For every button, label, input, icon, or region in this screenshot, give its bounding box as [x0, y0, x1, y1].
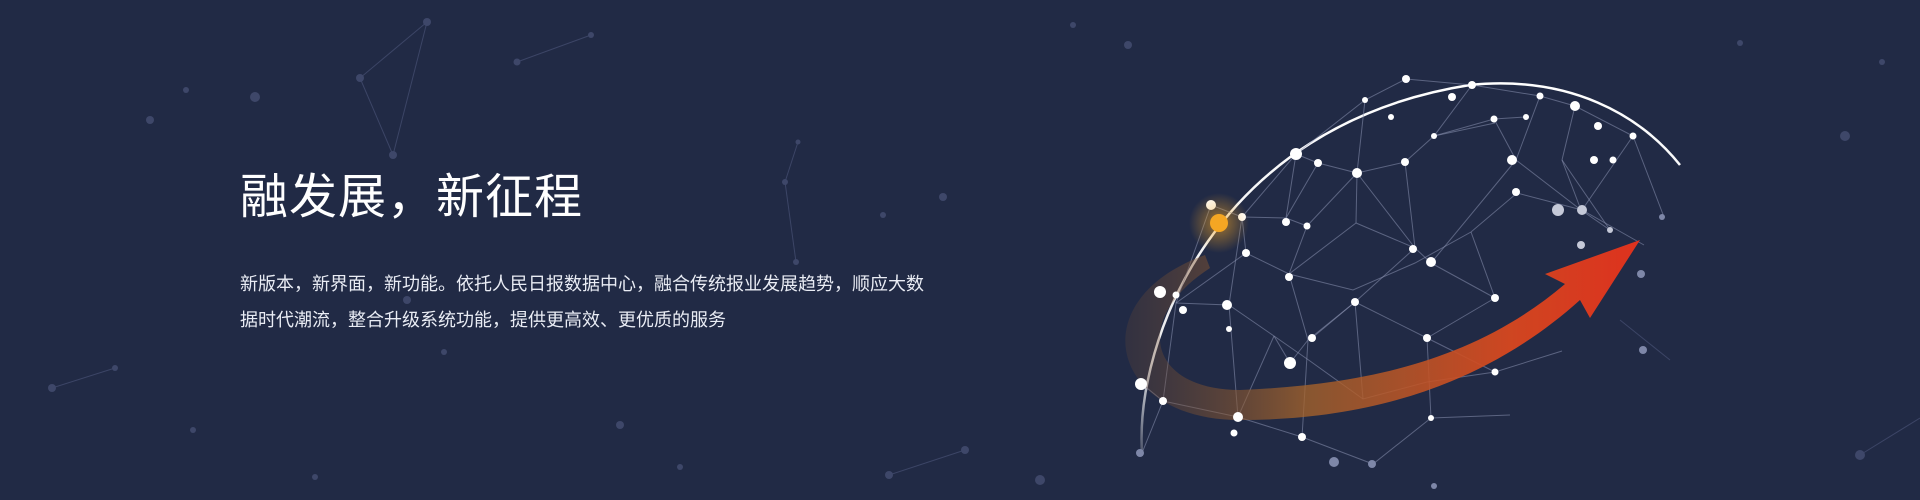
growth-arrow-icon: [1125, 240, 1640, 420]
network-globe-icon: [1125, 75, 1681, 489]
hero-banner: 融发展，新征程 新版本，新界面，新功能。依托人民日报数据中心，融合传统报业发展趋…: [0, 0, 1920, 500]
hero-text: 融发展，新征程 新版本，新界面，新功能。依托人民日报数据中心，融合传统报业发展趋…: [240, 165, 940, 339]
headline: 融发展，新征程: [240, 169, 584, 225]
description: 新版本，新界面，新功能。依托人民日报数据中心，融合传统报业发展趋势，顺应大数据时…: [240, 274, 924, 331]
highlight-node: [1210, 214, 1228, 232]
